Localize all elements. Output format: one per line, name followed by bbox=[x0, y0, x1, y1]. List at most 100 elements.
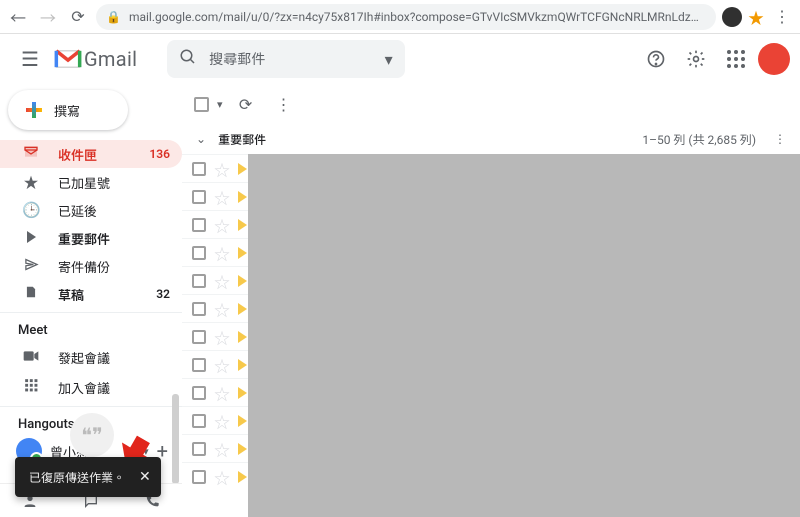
support-button[interactable] bbox=[638, 41, 674, 77]
cam-icon bbox=[22, 348, 40, 366]
keypad-icon bbox=[22, 378, 40, 396]
star-icon[interactable]: ☆ bbox=[214, 353, 230, 377]
undo-toast: 已復原傳送作業。 ✕ bbox=[15, 457, 161, 497]
select-all-checkbox[interactable] bbox=[194, 97, 209, 112]
more-button[interactable]: ⋮ bbox=[269, 89, 299, 119]
importance-icon[interactable] bbox=[238, 303, 247, 315]
sidebar-item-label: 重要郵件 bbox=[58, 229, 170, 248]
meet-heading: Meet bbox=[0, 317, 182, 342]
row-checkbox[interactable] bbox=[192, 162, 206, 176]
sidebar-item-send[interactable]: 寄件備份 bbox=[0, 252, 182, 280]
browser-reload-button[interactable]: ⟳ bbox=[66, 5, 90, 29]
star-icon[interactable]: ☆ bbox=[214, 185, 230, 209]
row-checkbox[interactable] bbox=[192, 246, 206, 260]
star-icon[interactable]: ☆ bbox=[214, 269, 230, 293]
browser-extension-star-icon[interactable]: ★ bbox=[748, 5, 764, 29]
select-dropdown-icon[interactable]: ▾ bbox=[217, 98, 223, 111]
plus-icon bbox=[26, 102, 42, 118]
row-checkbox[interactable] bbox=[192, 274, 206, 288]
search-placeholder: 搜尋郵件 bbox=[209, 49, 372, 69]
meet-item-keypad[interactable]: 加入會議 bbox=[0, 372, 182, 402]
star-icon[interactable]: ☆ bbox=[214, 325, 230, 349]
toast-close-button[interactable]: ✕ bbox=[139, 469, 151, 485]
meet-item-label: 發起會議 bbox=[58, 348, 110, 367]
sidebar-item-count: 32 bbox=[156, 287, 170, 301]
row-checkbox[interactable] bbox=[192, 302, 206, 316]
toast-text: 已復原傳送作業。 bbox=[29, 469, 125, 486]
importance-icon[interactable] bbox=[238, 219, 247, 231]
settings-button[interactable] bbox=[678, 41, 714, 77]
importance-icon[interactable] bbox=[238, 359, 247, 371]
row-checkbox[interactable] bbox=[192, 470, 206, 484]
meet-nav: 發起會議加入會議 bbox=[0, 342, 182, 402]
sidebar-item-label: 已加星號 bbox=[58, 173, 170, 192]
importance-icon[interactable] bbox=[238, 471, 247, 483]
google-apps-button[interactable] bbox=[718, 41, 754, 77]
importance-icon[interactable] bbox=[238, 275, 247, 287]
meet-item-cam[interactable]: 發起會議 bbox=[0, 342, 182, 372]
sidebar-item-count: 136 bbox=[149, 147, 170, 161]
sidebar-item-important[interactable]: 重要郵件 bbox=[0, 224, 182, 252]
star-icon[interactable]: ☆ bbox=[214, 241, 230, 265]
importance-icon[interactable] bbox=[238, 163, 247, 175]
mail-toolbar: ▾ ⟳ ⋮ bbox=[182, 84, 800, 124]
importance-icon[interactable] bbox=[238, 443, 247, 455]
section-caret-icon[interactable]: ⌄ bbox=[196, 132, 206, 146]
sidebar-item-label: 已延後 bbox=[58, 201, 170, 220]
draft-icon bbox=[22, 284, 40, 304]
search-box[interactable]: 搜尋郵件 ▾ bbox=[167, 40, 404, 78]
meet-item-label: 加入會議 bbox=[58, 378, 110, 397]
email-list: ☆ ☆ ☆ ☆ ☆ ☆ ☆ ☆ ☆ ☆ ☆ ☆ bbox=[182, 154, 800, 517]
search-icon bbox=[179, 48, 197, 70]
star-icon[interactable]: ☆ bbox=[214, 437, 230, 461]
main-menu-button[interactable]: ☰ bbox=[10, 39, 50, 79]
important-icon bbox=[22, 229, 40, 247]
browser-extension-icon[interactable] bbox=[722, 7, 742, 27]
gmail-logo-text: Gmail bbox=[84, 47, 137, 71]
inbox-icon bbox=[22, 144, 40, 164]
importance-icon[interactable] bbox=[238, 247, 247, 259]
row-checkbox[interactable] bbox=[192, 358, 206, 372]
account-avatar[interactable] bbox=[758, 43, 790, 75]
sidebar-item-inbox[interactable]: 收件匣 136 bbox=[0, 140, 182, 168]
clock-icon: 🕒 bbox=[22, 201, 40, 219]
importance-icon[interactable] bbox=[238, 415, 247, 427]
star-icon[interactable]: ☆ bbox=[214, 213, 230, 237]
gmail-logo[interactable]: Gmail bbox=[54, 47, 137, 71]
browser-back-button[interactable]: ← bbox=[6, 5, 30, 29]
send-icon bbox=[22, 257, 40, 276]
sidebar-item-draft[interactable]: 草稿 32 bbox=[0, 280, 182, 308]
browser-menu-button[interactable]: ⋮ bbox=[770, 5, 794, 29]
star-icon[interactable]: ☆ bbox=[214, 409, 230, 433]
star-icon[interactable]: ☆ bbox=[214, 297, 230, 321]
row-checkbox[interactable] bbox=[192, 442, 206, 456]
browser-address-bar[interactable]: 🔒 mail.google.com/mail/u/0/?zx=n4cy75x81… bbox=[96, 4, 716, 30]
refresh-button[interactable]: ⟳ bbox=[231, 89, 261, 119]
importance-icon[interactable] bbox=[238, 191, 247, 203]
search-options-icon[interactable]: ▾ bbox=[385, 50, 393, 69]
compose-label: 撰寫 bbox=[54, 101, 80, 120]
sidebar-item-label: 草稿 bbox=[58, 285, 138, 304]
star-icon[interactable]: ☆ bbox=[214, 465, 230, 489]
url-text: mail.google.com/mail/u/0/?zx=n4cy75x817I… bbox=[129, 10, 706, 24]
row-checkbox[interactable] bbox=[192, 330, 206, 344]
row-checkbox[interactable] bbox=[192, 218, 206, 232]
star-icon[interactable]: ☆ bbox=[214, 381, 230, 405]
hangouts-empty-icon: ❝❞ bbox=[70, 413, 114, 457]
sidebar-item-clock[interactable]: 🕒 已延後 bbox=[0, 196, 182, 224]
sidebar-item-star[interactable]: ★已加星號 bbox=[0, 168, 182, 196]
star-icon[interactable]: ☆ bbox=[214, 157, 230, 181]
sidebar-item-label: 寄件備份 bbox=[58, 257, 170, 276]
browser-forward-button[interactable]: → bbox=[36, 5, 60, 29]
importance-icon[interactable] bbox=[238, 331, 247, 343]
row-checkbox[interactable] bbox=[192, 190, 206, 204]
section-label: 重要郵件 bbox=[218, 131, 266, 148]
redaction-overlay bbox=[248, 154, 800, 517]
row-checkbox[interactable] bbox=[192, 386, 206, 400]
sidebar-scrollbar-thumb[interactable] bbox=[172, 394, 179, 484]
section-more-button[interactable]: ⋮ bbox=[774, 132, 786, 146]
row-checkbox[interactable] bbox=[192, 414, 206, 428]
sidebar-item-label: 收件匣 bbox=[58, 145, 131, 164]
importance-icon[interactable] bbox=[238, 387, 247, 399]
compose-button[interactable]: 撰寫 bbox=[8, 90, 128, 130]
